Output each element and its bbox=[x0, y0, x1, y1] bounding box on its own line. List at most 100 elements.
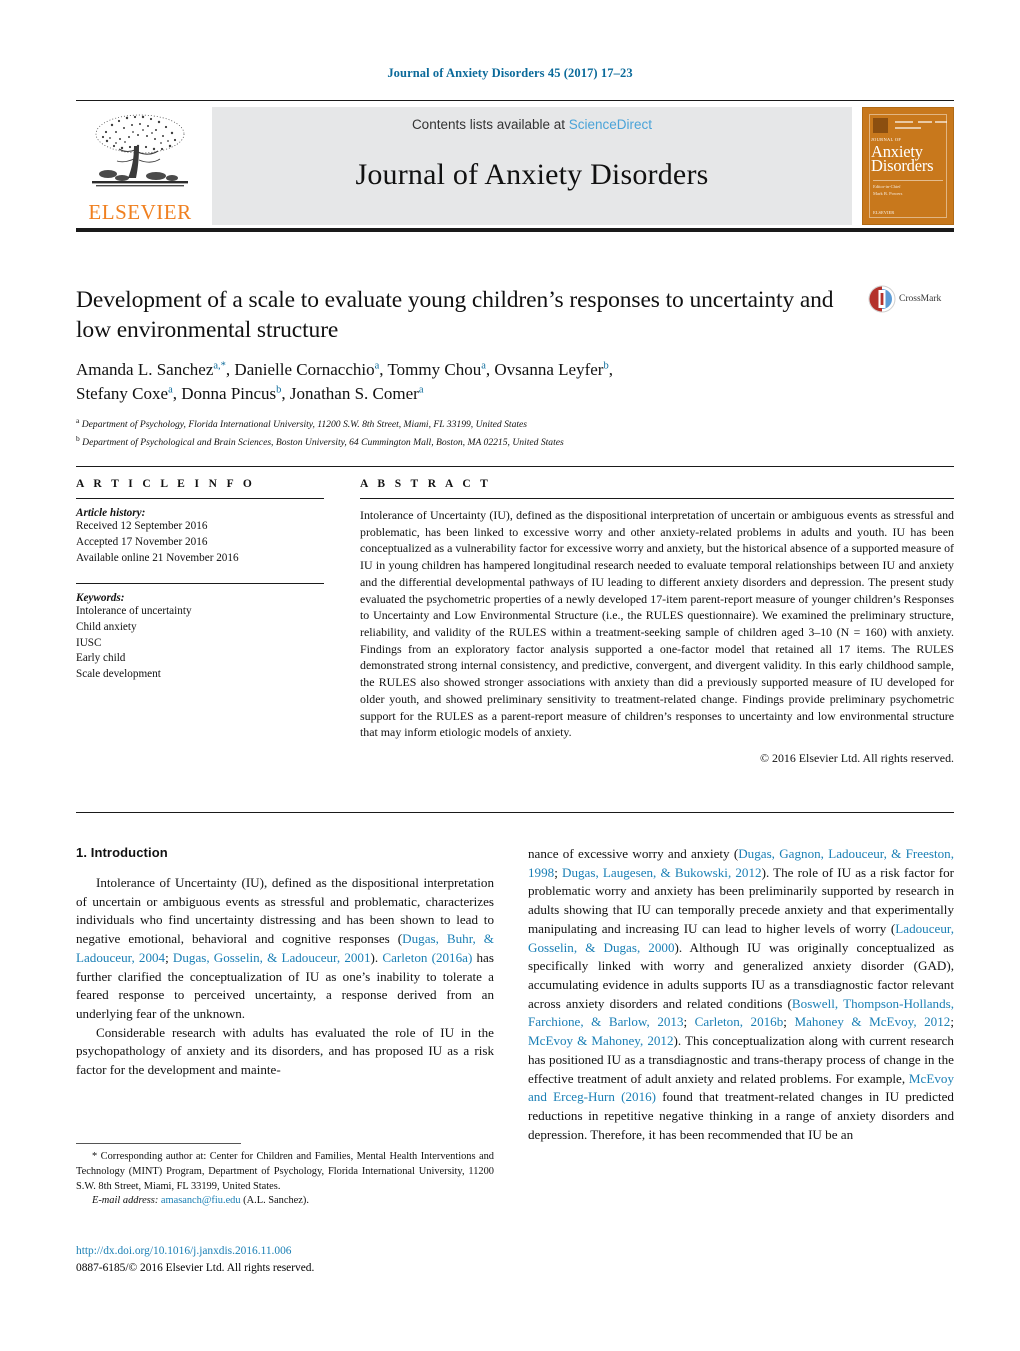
author-7-sup: a bbox=[418, 384, 424, 396]
author-5: Stefany Coxe bbox=[76, 384, 169, 404]
citation-sep: ; bbox=[950, 1014, 954, 1030]
publication-meta: http://dx.doi.org/10.1016/j.janxdis.2016… bbox=[76, 1243, 576, 1276]
cover-title-line2: Disorders bbox=[871, 156, 934, 175]
email-note: E-mail address: amasanch@fiu.edu (A.L. S… bbox=[76, 1194, 494, 1209]
footnote-block: * Corresponding author at: Center for Ch… bbox=[76, 1150, 494, 1209]
author-2: , Danielle Cornacchio bbox=[225, 360, 375, 380]
journal-band: Contents lists available at ScienceDirec… bbox=[212, 107, 852, 225]
corresponding-author-note: * Corresponding author at: Center for Ch… bbox=[76, 1150, 494, 1194]
affiliation-b-text: Department of Psychological and Brain Sc… bbox=[82, 437, 564, 449]
citation-link[interactable]: Mahoney & McEvoy, 2012 bbox=[794, 1014, 950, 1029]
citation-link[interactable]: Carleton (2016a) bbox=[382, 950, 472, 965]
article-info-block: A R T I C L E I N F O Article history: R… bbox=[76, 478, 324, 683]
cover-publisher-mark: ELSEVIER bbox=[873, 210, 895, 215]
article-history-label: Article history: bbox=[76, 507, 146, 519]
email-link[interactable]: amasanch@fiu.edu bbox=[161, 1195, 241, 1206]
abstract-block: A B S T R A C T Intolerance of Uncertain… bbox=[360, 478, 954, 766]
abstract-rule bbox=[360, 498, 954, 499]
cover-rule-3 bbox=[935, 121, 947, 123]
citation-sep: ; bbox=[554, 864, 562, 880]
author-6: , Donna Pincus bbox=[172, 384, 277, 404]
journal-masthead: ELSEVIER Contents lists available at Sci… bbox=[76, 100, 954, 232]
citation-sep: ; bbox=[783, 1014, 795, 1030]
citation-link[interactable]: Dugas, Laugesen, & Bukowski, 2012 bbox=[562, 865, 762, 880]
crossmark-label: CrossMark bbox=[899, 294, 942, 304]
journal-cover-thumbnail[interactable]: JOURNAL OF Anxiety Disorders Editor-in-C… bbox=[862, 107, 954, 225]
affiliation-b: b Department of Psychological and Brain … bbox=[76, 433, 954, 451]
keywords-label: Keywords: bbox=[76, 591, 125, 604]
cover-rule-2 bbox=[918, 121, 932, 123]
elsevier-tree-icon bbox=[92, 114, 188, 187]
affiliations: a Department of Psychology, Florida Inte… bbox=[76, 415, 954, 451]
keyword-item: Child anxiety bbox=[76, 620, 137, 633]
doi-link[interactable]: http://dx.doi.org/10.1016/j.janxdis.2016… bbox=[76, 1243, 576, 1260]
contents-prefix: Contents lists available at bbox=[411, 117, 569, 132]
citation-sep: ; bbox=[683, 1014, 695, 1030]
corresponding-author-text: Corresponding author at: Center for Chil… bbox=[76, 1151, 494, 1192]
author-list: Amanda L. Sancheza,*, Danielle Cornacchi… bbox=[76, 358, 876, 406]
affiliation-b-marker: b bbox=[76, 434, 80, 444]
paragraph-intro-2-continued: nance of excessive worry and anxiety ( Du… bbox=[528, 845, 954, 1145]
author-7: , Jonathan S. Comer bbox=[281, 384, 419, 404]
article-info-heading: A R T I C L E I N F O bbox=[76, 478, 256, 490]
cover-editor-label: Editor-in-Chief bbox=[873, 184, 901, 189]
cover-rule-1 bbox=[895, 121, 913, 123]
elsevier-wordmark: ELSEVIER bbox=[88, 200, 192, 224]
cover-title: JOURNAL OF Anxiety Disorders bbox=[871, 137, 949, 175]
contents-available-line: Contents lists available at ScienceDirec… bbox=[412, 117, 652, 132]
crossmark-badge[interactable]: CrossMark bbox=[868, 285, 954, 313]
author-line1-end: , bbox=[608, 360, 613, 380]
elsevier-logo: ELSEVIER bbox=[76, 107, 204, 225]
masthead-top-rule bbox=[76, 100, 954, 101]
intro-r-text-a: nance of excessive worry and anxiety ( bbox=[528, 846, 739, 861]
abstract-text: Intolerance of Uncertainty (IU), defined… bbox=[360, 508, 954, 740]
keyword-item: IUSC bbox=[76, 636, 102, 649]
cover-divider bbox=[873, 180, 943, 181]
keyword-item: Scale development bbox=[76, 668, 161, 681]
running-head: Journal of Anxiety Disorders 45 (2017) 1… bbox=[387, 66, 633, 80]
abstract-block-bottom-rule bbox=[76, 812, 954, 813]
cover-rule-4 bbox=[895, 127, 921, 129]
cover-corner-mark bbox=[873, 118, 888, 133]
paragraph-intro-2: Considerable research with adults has ev… bbox=[76, 1024, 494, 1078]
footnote-rule bbox=[76, 1143, 241, 1144]
citation-link[interactable]: Dugas, Gosselin, & Ladouceur, 2001 bbox=[173, 950, 371, 965]
article-available-online: Available online 21 November 2016 bbox=[76, 551, 239, 564]
issn-copyright-line: 0887-6185/© 2016 Elsevier Ltd. All right… bbox=[76, 1261, 315, 1274]
cover-editor-block: Editor-in-Chief Mark B. Powers bbox=[873, 184, 902, 198]
journal-title: Journal of Anxiety Disorders bbox=[355, 158, 709, 191]
sciencedirect-link[interactable]: ScienceDirect bbox=[569, 117, 652, 132]
masthead-bottom-rule bbox=[76, 228, 954, 232]
citation-link[interactable]: McEvoy & Mahoney, 2012 bbox=[528, 1033, 674, 1048]
citation-sep: ; bbox=[165, 949, 173, 965]
author-4: , Ovsanna Leyfer bbox=[485, 360, 604, 380]
abstract-heading: A B S T R A C T bbox=[360, 478, 492, 490]
body-column-right: nance of excessive worry and anxiety ( Du… bbox=[528, 845, 954, 1145]
article-received: Received 12 September 2016 bbox=[76, 520, 208, 532]
email-label: E-mail address: bbox=[92, 1195, 159, 1207]
affiliation-a-marker: a bbox=[76, 416, 80, 426]
body-column-left: 1. Introduction Intolerance of Uncertain… bbox=[76, 845, 494, 1080]
citation-link[interactable]: Carleton, 2016b bbox=[695, 1014, 784, 1029]
keywords-rule bbox=[76, 582, 324, 584]
intro-1-text-b: ). bbox=[370, 949, 383, 965]
copyright-line: © 2016 Elsevier Ltd. All rights reserved… bbox=[760, 751, 954, 766]
article-accepted: Accepted 17 November 2016 bbox=[76, 535, 208, 548]
section-heading-introduction: 1. Introduction bbox=[76, 845, 168, 860]
email-suffix: (A.L. Sanchez). bbox=[240, 1195, 309, 1207]
keyword-item: Early child bbox=[76, 652, 126, 665]
cover-editor-name: Mark B. Powers bbox=[873, 190, 903, 196]
affiliation-a: a Department of Psychology, Florida Inte… bbox=[76, 415, 954, 433]
author-1-sup[interactable]: a,* bbox=[213, 361, 226, 372]
paper-page: Journal of Anxiety Disorders 45 (2017) 1… bbox=[0, 0, 1020, 1351]
keywords-block: Keywords: Intolerance of uncertainty Chi… bbox=[76, 592, 324, 684]
keyword-item: Intolerance of uncertainty bbox=[76, 604, 192, 617]
author-1: Amanda L. Sanchez bbox=[76, 360, 214, 380]
affiliation-a-text: Department of Psychology, Florida Intern… bbox=[81, 419, 528, 431]
abstract-block-top-rule bbox=[76, 466, 954, 467]
paragraph-intro-1: Intolerance of Uncertainty (IU), defined… bbox=[76, 874, 494, 1024]
author-3: , Tommy Chou bbox=[379, 360, 482, 380]
page-title: Development of a scale to evaluate young… bbox=[76, 287, 834, 344]
title-block: CrossMark Development of a scale to eval… bbox=[76, 285, 954, 451]
crossmark-icon bbox=[868, 285, 896, 313]
